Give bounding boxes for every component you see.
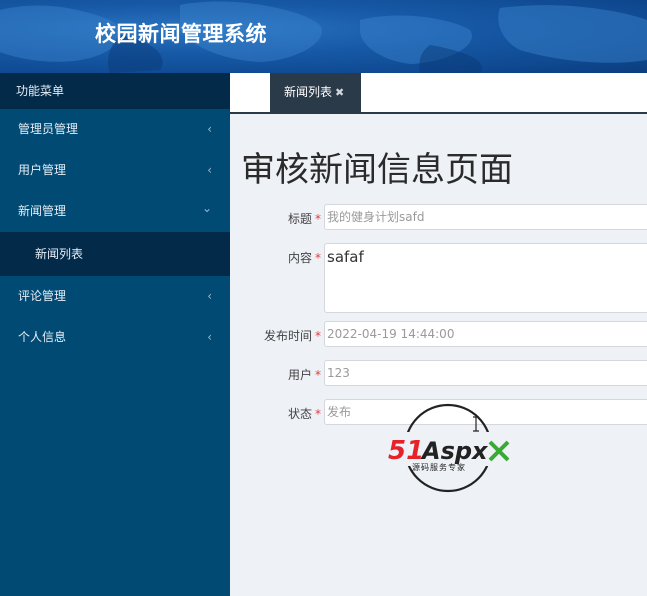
- sidebar-item-label: 新闻管理: [18, 204, 67, 218]
- sidebar-item-label: 评论管理: [18, 289, 67, 303]
- chevron-left-icon: ‹: [207, 330, 212, 344]
- text-cursor-icon: [473, 416, 479, 432]
- sidebar-item-label: 管理员管理: [18, 122, 79, 136]
- tab-label: 新闻列表: [284, 85, 333, 99]
- sidebar-item-label: 用户管理: [18, 163, 67, 177]
- status-label: 状态 *: [287, 407, 321, 421]
- main-content: 审核新闻信息页面 标题 * 我的健身计划safd 内容 * safaf 发布时间 * …: [230, 114, 647, 596]
- close-icon[interactable]: ✖: [335, 86, 344, 99]
- tab-news-list[interactable]: 新闻列表 ✖: [270, 73, 361, 112]
- page-title: 审核新闻信息页面: [241, 150, 513, 190]
- svg-text:Aspx: Aspx: [420, 437, 489, 465]
- content-label: 内容 *: [287, 251, 321, 265]
- title-field[interactable]: 我的健身计划safd: [324, 204, 647, 230]
- content-textarea[interactable]: safaf: [324, 243, 647, 313]
- user-field[interactable]: 123: [324, 360, 647, 386]
- svg-text:51: 51: [388, 436, 424, 466]
- sidebar-item-label: 个人信息: [18, 330, 67, 344]
- required-mark: *: [315, 407, 321, 421]
- required-mark: *: [315, 212, 321, 226]
- tab-bar: 新闻列表 ✖: [230, 73, 647, 114]
- publish-time-field[interactable]: 2022-04-19 14:44:00: [324, 321, 647, 347]
- required-mark: *: [315, 329, 321, 343]
- publish-time-label: 发布时间 *: [263, 329, 321, 343]
- title-label: 标题 *: [287, 212, 321, 226]
- app-header: 校园新闻管理系统: [0, 0, 647, 73]
- sidebar: 功能菜单 管理员管理 ‹ 用户管理 ‹ 新闻管理 ⌄ 新闻列表 评论管理 ‹ 个…: [0, 73, 230, 596]
- sidebar-subitem-label: 新闻列表: [35, 247, 84, 261]
- sidebar-item-comment-management[interactable]: 评论管理 ‹: [0, 276, 230, 317]
- user-label: 用户 *: [287, 368, 321, 382]
- sidebar-item-admin-management[interactable]: 管理员管理 ‹: [0, 109, 230, 150]
- 51aspx-watermark-logo: 51 Aspx 源码服务专家: [386, 403, 512, 493]
- chevron-left-icon: ‹: [207, 163, 212, 177]
- sidebar-item-news-management[interactable]: 新闻管理 ⌄: [0, 191, 230, 232]
- app-title: 校园新闻管理系统: [95, 22, 267, 46]
- chevron-down-icon: ⌄: [201, 201, 212, 215]
- svg-text:源码服务专家: 源码服务专家: [412, 462, 466, 472]
- chevron-left-icon: ‹: [207, 122, 212, 136]
- sidebar-subitem-news-list[interactable]: 新闻列表: [0, 232, 230, 276]
- sidebar-menu-title: 功能菜单: [0, 73, 230, 109]
- sidebar-item-personal-info[interactable]: 个人信息 ‹: [0, 317, 230, 358]
- required-mark: *: [315, 368, 321, 382]
- required-mark: *: [315, 251, 321, 265]
- sidebar-item-user-management[interactable]: 用户管理 ‹: [0, 150, 230, 191]
- chevron-left-icon: ‹: [207, 289, 212, 303]
